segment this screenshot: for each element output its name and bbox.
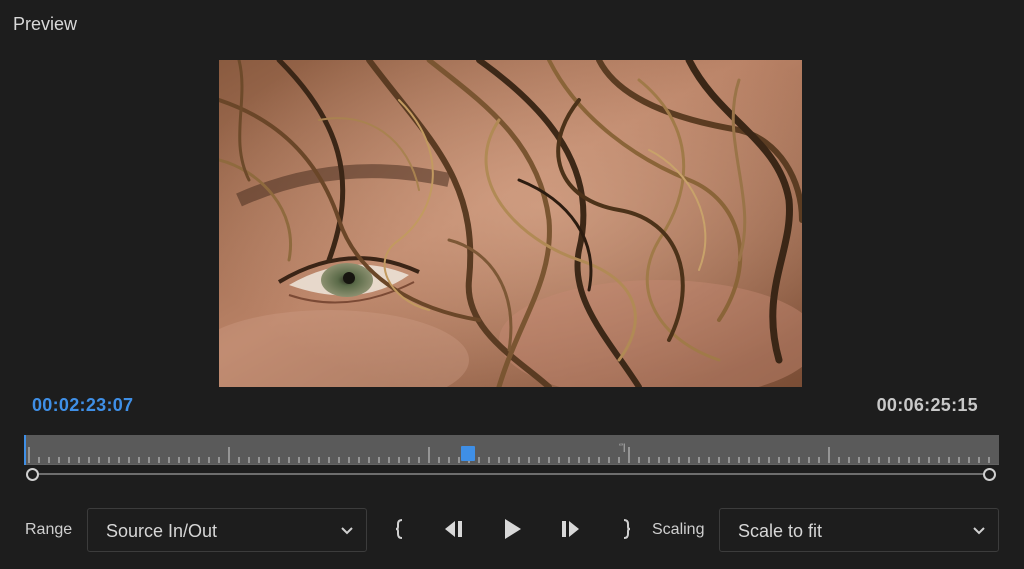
current-timecode[interactable]: 00:02:23:07 [32, 395, 133, 416]
zoom-scrollbar[interactable] [26, 468, 996, 481]
step-forward-button[interactable] [555, 516, 585, 546]
playhead[interactable] [461, 446, 475, 461]
clip-marker: ‘’| [619, 442, 626, 452]
scaling-label: Scaling [652, 521, 705, 538]
range-label: Range [25, 521, 73, 538]
panel-title: Preview [13, 14, 78, 34]
brace-left-icon [393, 518, 405, 545]
play-button[interactable] [497, 516, 527, 546]
step-forward-icon [557, 518, 583, 545]
video-preview [219, 60, 802, 387]
preview-panel: Preview 00:02:23:07 00:06:25:15 ‘’| Rang… [0, 0, 1024, 569]
play-icon [501, 517, 523, 546]
duration-timecode: 00:06:25:15 [876, 395, 978, 415]
zoom-handle-right[interactable] [983, 468, 996, 481]
timeline-ticks [25, 447, 999, 465]
step-back-icon [441, 518, 467, 545]
chevron-down-icon [340, 523, 354, 542]
zoom-scrollbar-track [32, 473, 990, 475]
scaling-dropdown[interactable]: Scale to fit [719, 508, 999, 552]
range-value: Source In/Out [106, 521, 218, 541]
in-point-marker [24, 435, 26, 465]
mark-in-button[interactable] [384, 516, 414, 546]
chevron-down-icon [972, 523, 986, 542]
preview-image [219, 60, 802, 387]
zoom-handle-left[interactable] [26, 468, 39, 481]
scaling-value: Scale to fit [738, 521, 823, 541]
mark-out-button[interactable] [612, 516, 642, 546]
step-back-button[interactable] [439, 516, 469, 546]
brace-right-icon [621, 518, 633, 545]
range-dropdown[interactable]: Source In/Out [87, 508, 367, 552]
timeline-ruler[interactable]: ‘’| [24, 435, 999, 465]
